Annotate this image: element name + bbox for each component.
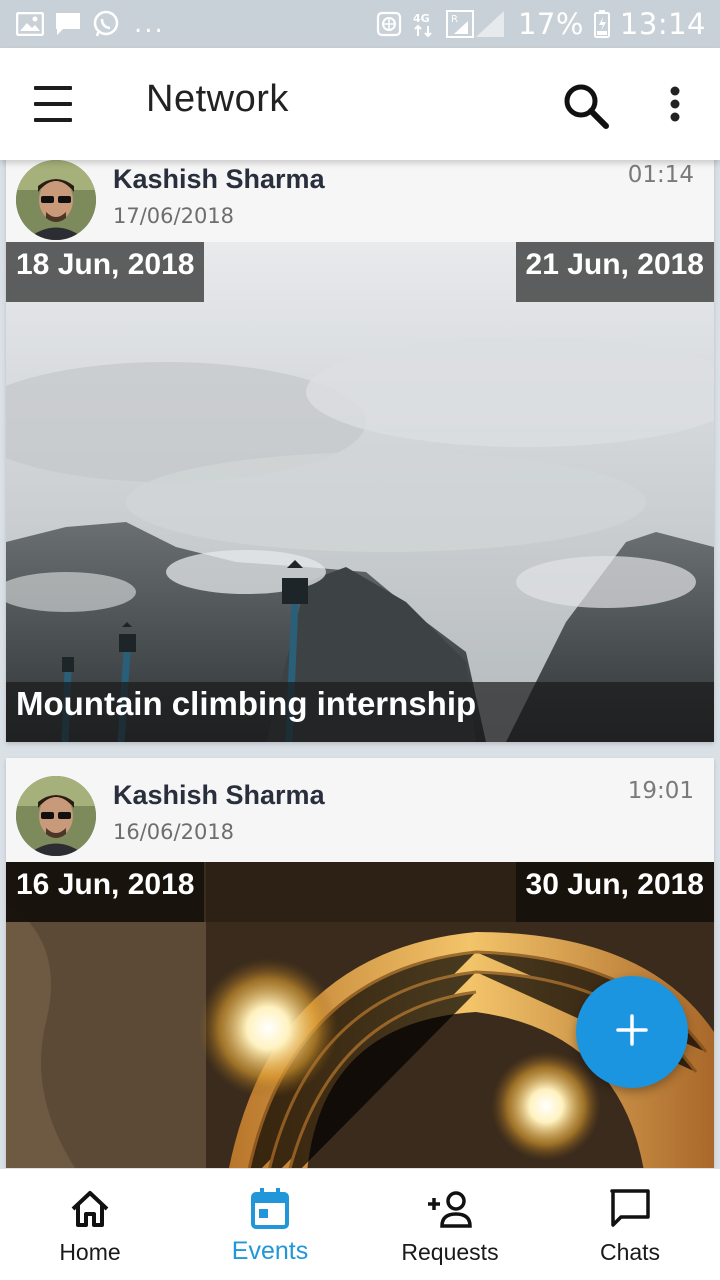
post-time: 01:14 xyxy=(627,162,694,188)
nav-label-chats: Chats xyxy=(599,1239,661,1265)
nav-item-requests[interactable]: Requests xyxy=(360,1169,540,1280)
battery-percentage: 17% xyxy=(517,7,584,41)
nav-item-chats[interactable]: Chats xyxy=(540,1169,720,1280)
nav-label-events: Events xyxy=(231,1237,309,1265)
screen: ... 4G R 17% 13:14 Network Kashish Sharm… xyxy=(0,0,720,1280)
network-type-icon: 4G xyxy=(412,10,436,38)
whatsapp-icon xyxy=(92,10,120,38)
add-person-icon xyxy=(426,1185,474,1233)
event-card[interactable]: Kashish Sharma 16/06/2018 19:01 16 Jun, … xyxy=(6,758,714,1168)
plus-icon xyxy=(615,1013,649,1051)
search-icon xyxy=(560,84,612,136)
vpn-icon xyxy=(376,11,402,37)
more-options-button[interactable] xyxy=(660,86,690,126)
event-title[interactable]: Mountain climbing internship xyxy=(6,682,714,742)
home-icon xyxy=(66,1185,114,1233)
nav-item-events[interactable]: Events xyxy=(180,1169,360,1280)
post-time: 19:01 xyxy=(627,778,694,804)
event-end-date: 21 Jun, 2018 xyxy=(515,242,714,302)
event-card[interactable]: Kashish Sharma 17/06/2018 01:14 18 Jun, … xyxy=(6,160,714,742)
calendar-icon xyxy=(246,1185,294,1233)
page-title: Network xyxy=(146,78,289,120)
search-button[interactable] xyxy=(560,80,612,132)
card-header: Kashish Sharma 16/06/2018 19:01 xyxy=(6,758,714,856)
post-date: 16/06/2018 xyxy=(113,820,235,844)
menu-button[interactable] xyxy=(34,86,78,122)
app-bar: Network xyxy=(0,48,720,160)
nav-item-home[interactable]: Home xyxy=(0,1169,180,1280)
menu-icon-line-3 xyxy=(34,118,72,122)
avatar[interactable] xyxy=(16,160,96,240)
post-author[interactable]: Kashish Sharma xyxy=(113,780,325,811)
event-end-date: 30 Jun, 2018 xyxy=(515,862,714,922)
chat-bubble-icon xyxy=(606,1185,654,1233)
card-header: Kashish Sharma 17/06/2018 01:14 xyxy=(6,160,714,242)
status-bar-notifications: ... xyxy=(16,9,165,39)
status-bar: ... 4G R 17% 13:14 xyxy=(0,0,720,48)
svg-text:R: R xyxy=(451,14,458,25)
avatar[interactable] xyxy=(16,776,96,856)
more-notifications-indicator: ... xyxy=(134,9,165,39)
gallery-icon xyxy=(16,12,44,36)
nav-label-requests: Requests xyxy=(401,1239,499,1265)
clock: 13:14 xyxy=(619,7,706,41)
svg-text:4G: 4G xyxy=(413,12,430,25)
nav-label-home: Home xyxy=(59,1239,121,1265)
event-image[interactable]: 18 Jun, 2018 21 Jun, 2018 Mountain climb… xyxy=(6,242,714,742)
event-start-date: 16 Jun, 2018 xyxy=(6,862,205,922)
menu-icon-line-1 xyxy=(34,86,72,90)
add-event-button[interactable] xyxy=(576,976,688,1088)
message-icon xyxy=(54,11,82,37)
signal-icon: R xyxy=(445,9,508,39)
post-author[interactable]: Kashish Sharma xyxy=(113,164,325,195)
post-date: 17/06/2018 xyxy=(113,204,235,228)
event-start-date: 18 Jun, 2018 xyxy=(6,242,205,302)
menu-icon-line-2 xyxy=(34,102,72,106)
bottom-navigation: Home Events Requests Chats xyxy=(0,1168,720,1280)
more-vert-icon xyxy=(660,86,690,130)
battery-icon xyxy=(593,10,610,38)
status-bar-system: 4G R 17% 13:14 xyxy=(376,7,706,41)
